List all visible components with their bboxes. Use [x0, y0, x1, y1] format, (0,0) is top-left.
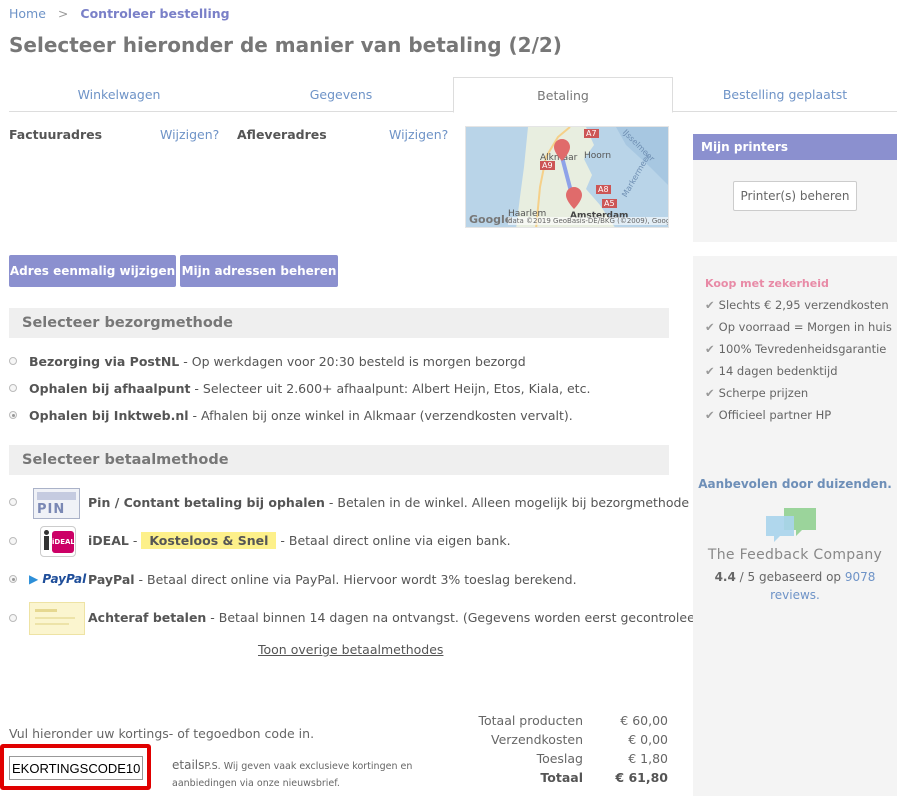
- summary-label-surcharge: Toeslag: [536, 751, 583, 766]
- feedback-company-logo: The Feedback Company: [707, 547, 883, 563]
- payment-option-pin[interactable]: Pin / Contant betaling bij ophalen - Bet…: [88, 495, 759, 510]
- recommended-text: Aanbevolen door duizenden.: [698, 477, 892, 491]
- map-attribution: data ©2019 GeoBasis-DE/BKG (©2009), Goog…: [508, 217, 668, 225]
- kosteloos-badge: Kosteloos & Snel: [141, 532, 277, 549]
- delivery-address-label: Afleveradres: [237, 127, 327, 142]
- tab-gegevens[interactable]: Gegevens: [231, 77, 451, 112]
- page-title: Selecteer hieronder de manier van betali…: [9, 33, 562, 57]
- breadcrumb-home-link[interactable]: Home: [9, 6, 46, 21]
- check-icon: ✔: [705, 320, 715, 334]
- delivery-option-inktweb[interactable]: Ophalen bij Inktweb.nl - Afhalen bij onz…: [29, 408, 573, 423]
- pin-logo-icon: PIN: [33, 488, 80, 519]
- checkout-steps-tabs: Winkelwagen Gegevens Betaling Bestelling…: [9, 77, 897, 113]
- speech-bubbles-icon: [764, 506, 820, 548]
- discount-ps-line2: aanbiedingen via onze nieuwsbrief.: [172, 778, 340, 789]
- map-place-hoorn: Hoorn: [584, 151, 612, 161]
- manage-printers-button[interactable]: Printer(s) beheren: [733, 181, 857, 211]
- reviews-count-link[interactable]: 9078: [845, 570, 876, 584]
- summary-value-products: € 60,00: [620, 713, 668, 728]
- breadcrumb-current: Controleer bestelling: [80, 6, 230, 21]
- check-icon: ✔: [705, 342, 715, 356]
- ideal-logo-icon: iDEAL: [40, 526, 76, 557]
- delivery-option-afhaalpunt[interactable]: Ophalen bij afhaalpunt - Selecteer uit 2…: [29, 381, 590, 396]
- trust-item: ✔ Scherpe prijzen: [705, 386, 809, 400]
- trust-item: ✔ Op voorraad = Morgen in huis: [705, 320, 892, 334]
- check-icon: ✔: [705, 298, 715, 312]
- discount-code-highlight: [0, 744, 151, 790]
- change-address-once-button[interactable]: Adres eenmalig wijzigen: [9, 255, 176, 287]
- tab-betaling[interactable]: Betaling: [453, 77, 673, 113]
- summary-value-shipping: € 0,00: [628, 732, 668, 747]
- discount-intro: Vul hieronder uw kortings- of tegoedbon …: [9, 726, 315, 741]
- discount-details: etailsP.S. Wij geven vaak exclusieve kor…: [172, 758, 413, 772]
- payment-method-heading: Selecteer betaalmethode: [9, 445, 669, 475]
- delivery-radio-postnl[interactable]: [9, 357, 17, 365]
- rating-text: 4.4 / 5 gebaseerd op 9078 reviews.: [714, 570, 876, 602]
- check-icon: ✔: [705, 386, 715, 400]
- reviews-link[interactable]: reviews.: [770, 588, 820, 602]
- payment-radio-ideal[interactable]: [9, 537, 17, 545]
- discount-code-input[interactable]: [9, 756, 143, 780]
- trust-item: ✔ 14 dagen bedenktijd: [705, 364, 838, 378]
- paypal-logo-icon: ▶ PayPal: [29, 572, 87, 586]
- check-icon: ✔: [705, 364, 715, 378]
- delivery-method-heading: Selecteer bezorgmethode: [9, 308, 669, 338]
- summary-label-shipping: Verzendkosten: [491, 732, 583, 747]
- my-printers-header: Mijn printers: [693, 134, 897, 160]
- trust-item: ✔ Officieel partner HP: [705, 408, 832, 422]
- tab-bestelling-geplaatst[interactable]: Bestelling geplaatst: [675, 77, 895, 112]
- summary-value-total: € 61,80: [615, 770, 668, 785]
- map-marker-icon: [554, 139, 570, 165]
- payment-radio-achteraf[interactable]: [9, 614, 17, 622]
- invoice-address-change-link[interactable]: Wijzigen?: [160, 127, 219, 142]
- trust-item: ✔ Slechts € 2,95 verzendkosten: [705, 298, 889, 312]
- delivery-option-postnl[interactable]: Bezorging via PostNL - Op werkdagen voor…: [29, 354, 526, 369]
- manage-addresses-button[interactable]: Mijn adressen beheren: [180, 255, 338, 287]
- map-road-a8: A8: [596, 185, 611, 194]
- delivery-radio-afhaalpunt[interactable]: [9, 384, 17, 392]
- map-road-a5: A5: [602, 199, 617, 208]
- payment-option-paypal[interactable]: PayPal - Betaal direct online via PayPal…: [88, 572, 577, 587]
- summary-value-surcharge: € 1,80: [628, 751, 668, 766]
- delivery-radio-inktweb[interactable]: [9, 411, 17, 419]
- breadcrumb-separator: >: [57, 6, 69, 21]
- summary-label-products: Totaal producten: [478, 713, 583, 728]
- invoice-document-icon: [29, 602, 85, 635]
- payment-option-ideal[interactable]: iDEAL - Kosteloos & Snel - Betaal direct…: [88, 532, 511, 549]
- payment-option-achteraf[interactable]: Achteraf betalen - Betaal binnen 14 dage…: [88, 610, 713, 625]
- tab-winkelwagen[interactable]: Winkelwagen: [9, 77, 229, 112]
- show-more-payment-methods-link[interactable]: Toon overige betaalmethodes: [258, 642, 443, 657]
- map-road-a7: A7: [584, 129, 599, 138]
- map-marker-icon: [566, 187, 582, 213]
- delivery-address-change-link[interactable]: Wijzigen?: [389, 127, 448, 142]
- payment-radio-paypal[interactable]: [9, 575, 17, 583]
- payment-radio-pin[interactable]: [9, 498, 17, 506]
- breadcrumb: Home > Controleer bestelling: [9, 6, 230, 21]
- google-logo: Google: [469, 213, 513, 226]
- summary-label-total: Totaal: [540, 770, 583, 785]
- trust-title: Koop met zekerheid: [705, 277, 829, 290]
- invoice-address-label: Factuuradres: [9, 127, 103, 142]
- route-map[interactable]: A7 A9 A8 A5 Alkmaar Hoorn Haarlem Amster…: [465, 126, 669, 228]
- trust-item: ✔ 100% Tevredenheidsgarantie: [705, 342, 887, 356]
- check-icon: ✔: [705, 408, 715, 422]
